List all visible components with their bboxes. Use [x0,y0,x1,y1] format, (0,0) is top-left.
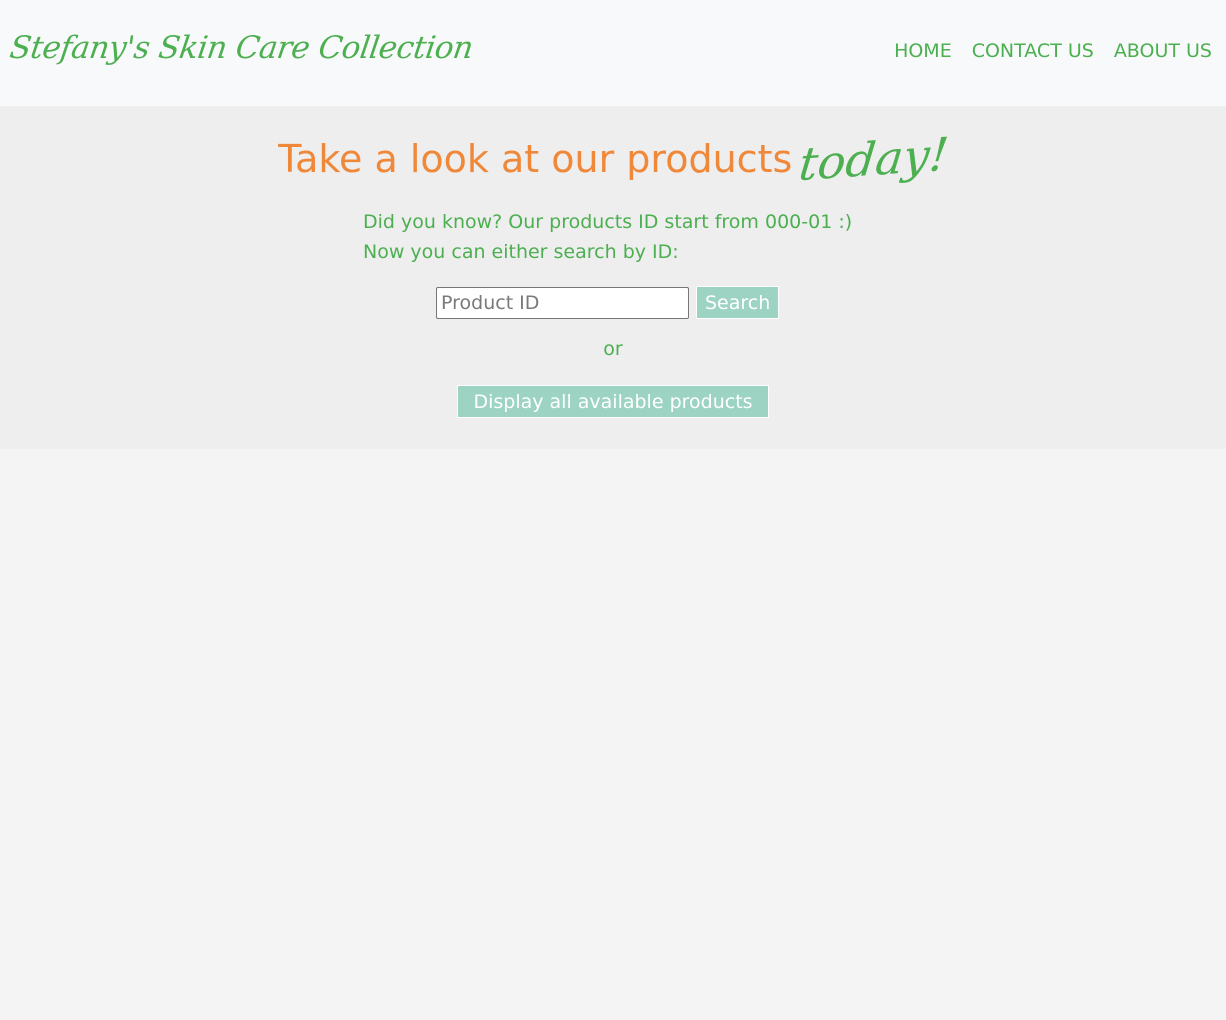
search-button[interactable]: Search [696,286,780,319]
display-all-products-button[interactable]: Display all available products [457,385,769,418]
product-id-input[interactable] [436,286,689,319]
site-logo-text[interactable]: Stefany's Skin Care Collection [7,30,475,66]
nav-about-link[interactable]: ABOUT US [1114,40,1212,62]
nav-home-link[interactable]: HOME [894,40,952,62]
search-info: Did you know? Our products ID start from… [363,207,852,267]
heading-accent-text: today! [796,126,952,192]
search-row: Search [436,286,780,319]
info-line-id-format: Did you know? Our products ID start from… [363,211,853,233]
site-header: Stefany's Skin Care Collection HOME CONT… [0,0,1226,106]
page-heading: Take a look at our productstoday! [0,127,1226,191]
or-separator: or [603,338,623,360]
info-line-search-hint: Now you can either search by ID: [363,241,679,263]
main-nav: HOME CONTACT US ABOUT US [894,40,1212,62]
nav-contact-link[interactable]: CONTACT US [972,40,1094,62]
product-search-section: Take a look at our productstoday! Did yo… [0,106,1226,449]
heading-main-text: Take a look at our products [278,137,793,181]
